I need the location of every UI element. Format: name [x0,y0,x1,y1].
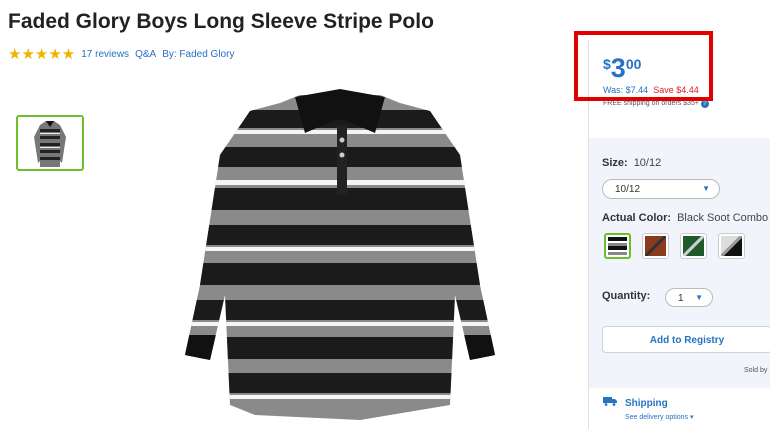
rating-row: ★★★★★ 17 reviews Q&A By: Faded Glory [8,45,234,63]
quantity-select[interactable]: 1 ▼ [665,288,713,307]
color-label-text: Actual Color: [602,212,672,224]
size-select[interactable]: 10/12 ▼ [602,179,720,199]
delivery-options-link[interactable]: See delivery options ▾ [625,413,694,421]
product-thumbnail[interactable] [16,115,84,171]
quantity-label: Quantity: [602,290,651,302]
color-value: Black Soot Combo [677,212,769,224]
quantity-value: 1 [678,293,684,304]
reviews-link[interactable]: 17 reviews [81,49,129,60]
product-options: Size: 10/12 10/12 ▼ Actual Color: Black So… [589,138,770,388]
color-swatch-brown[interactable] [642,233,669,259]
sold-by-text: Sold by [744,367,768,374]
free-shipping-note: FREE shipping on orders $35+? [603,100,709,108]
product-image [160,85,520,425]
size-label: Size: 10/12 [602,157,661,169]
free-shipping-text: FREE shipping on orders $35+ [603,100,699,107]
price-highlight-box [574,31,713,101]
color-swatch-black-soot[interactable] [604,233,631,259]
shipping-title[interactable]: Shipping [625,398,668,409]
chevron-down-icon: ▼ [695,293,703,302]
size-value: 10/12 [633,157,662,169]
product-title: Faded Glory Boys Long Sleeve Stripe Polo [8,10,434,33]
qa-link[interactable]: Q&A [135,49,156,60]
add-to-registry-button[interactable]: Add to Registry [602,326,770,353]
brand-link[interactable]: By: Faded Glory [162,49,234,60]
color-swatch-grey-black[interactable] [718,233,745,259]
size-select-value: 10/12 [615,184,641,195]
truck-icon [603,397,617,406]
chevron-down-icon: ▼ [702,184,710,193]
size-label-text: Size: [602,157,628,169]
help-icon[interactable]: ? [700,100,709,108]
delivery-options-text: See delivery options [625,414,689,421]
color-swatch-green[interactable] [680,233,707,259]
color-label: Actual Color: Black Soot Combo [602,212,768,224]
star-rating-icon[interactable]: ★★★★★ [8,45,75,63]
